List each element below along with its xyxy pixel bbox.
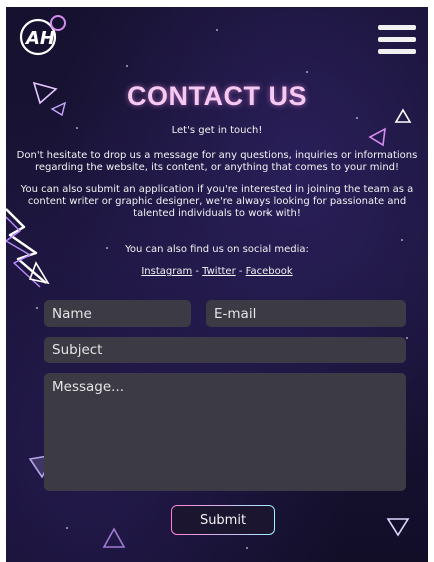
page: AH CONTACT US Let's get in touch! Don't … [6,7,428,562]
instagram-link[interactable]: Instagram [141,266,192,277]
social-intro: You can also find us on social media: [125,244,309,255]
separator: - [192,266,203,277]
facebook-link[interactable]: Facebook [246,266,293,277]
submit-button[interactable]: Submit [171,505,275,535]
name-input[interactable] [44,300,191,327]
triangle-outline-icon [386,518,410,537]
triangle-outline-icon [102,527,126,548]
separator: - [235,266,246,277]
menu-button[interactable] [378,25,416,55]
logo-icon: AH [19,15,66,56]
social-links: Instagram - Twitter - Facebook [6,266,428,277]
subtitle: Let's get in touch! [171,125,263,136]
message-textarea[interactable] [44,373,406,491]
page-title: CONTACT US [127,81,307,111]
logo-text: AH [24,28,55,49]
twitter-link[interactable]: Twitter [202,266,236,277]
application-paragraph: You can also submit an application if yo… [20,184,414,219]
site-logo[interactable]: AH [14,13,70,59]
intro-paragraph: Don't hesitate to drop us a message for … [16,150,418,173]
subject-input[interactable] [44,337,406,363]
email-input[interactable] [206,300,406,327]
